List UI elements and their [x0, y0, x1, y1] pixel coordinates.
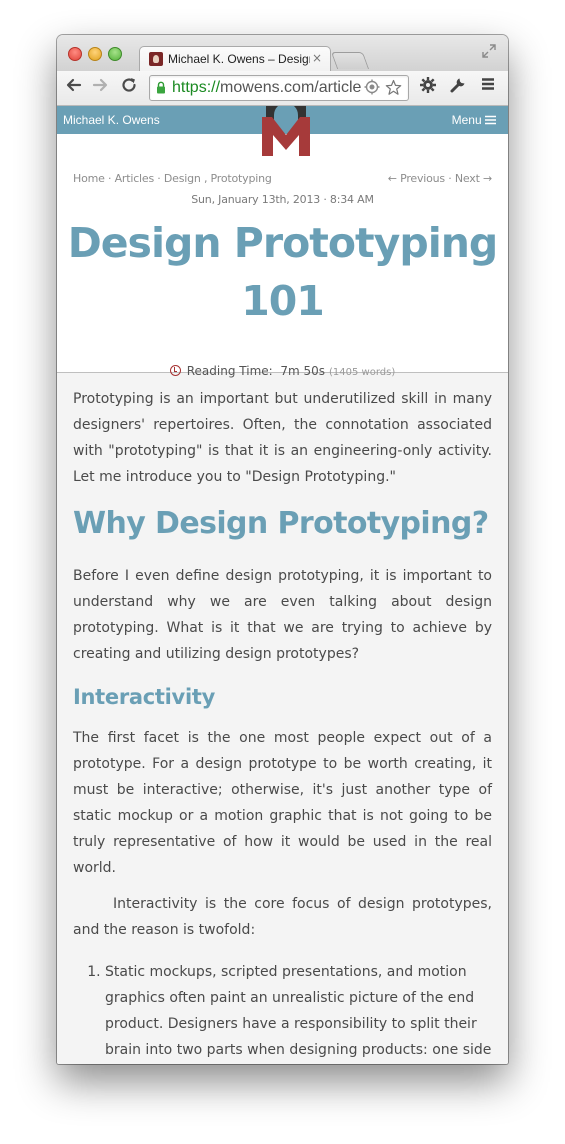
url-text: https://mowens.com/articles/design-proto… — [172, 79, 362, 97]
breadcrumb[interactable]: Home · Articles · Design , Prototyping — [73, 172, 272, 185]
article-body: Prototyping is an important but underuti… — [73, 386, 492, 1064]
section-heading: Why Design Prototyping? — [73, 506, 489, 541]
window-maximize-button[interactable] — [108, 47, 122, 61]
site-name-link[interactable]: Michael K. Owens — [63, 113, 160, 127]
location-icon[interactable] — [363, 79, 381, 97]
list-item: Static mockups, scripted presentations, … — [105, 959, 492, 1064]
browser-window: Michael K. Owens – Design Prototyping 10… — [57, 35, 508, 1064]
post-date: Sun, January 13th, 2013 · 8:34 AM — [191, 193, 374, 206]
menu-lines-icon — [485, 115, 496, 125]
url-scheme: https:// — [172, 79, 221, 96]
paragraph: Before I even define design prototyping,… — [73, 568, 492, 662]
address-bar[interactable]: https://mowens.com/articles/design-proto… — [149, 75, 409, 101]
favicon-icon — [149, 52, 163, 66]
hamburger-menu-icon[interactable] — [477, 76, 499, 98]
reading-time-label: Reading Time: — [186, 364, 273, 378]
forward-button[interactable] — [89, 76, 111, 98]
reading-time: Reading Time: 7m 50s (1405 words) — [57, 364, 508, 378]
browser-toolbar: https://mowens.com/articles/design-proto… — [57, 71, 508, 106]
word-count: (1405 words) — [329, 367, 396, 378]
site-menu-button[interactable]: Menu — [452, 113, 496, 127]
prev-next-links[interactable]: ← Previous · Next → — [388, 172, 492, 185]
article-header: Home · Articles · Design , Prototyping ←… — [57, 134, 508, 378]
paragraph: The first facet is the one most people e… — [73, 730, 492, 876]
gear-icon[interactable] — [417, 76, 439, 98]
new-tab-button[interactable] — [330, 52, 370, 69]
back-arrow-icon — [66, 78, 82, 92]
page-title: Design Prototyping 101 — [67, 219, 499, 325]
back-button[interactable] — [63, 76, 85, 98]
page-viewport: Home · Articles · Design , Prototyping ←… — [57, 106, 508, 1064]
site-menu-label: Menu — [451, 113, 482, 127]
window-minimize-button[interactable] — [88, 47, 102, 61]
tab-title: Michael K. Owens – Design Prototyping 10… — [168, 52, 310, 66]
site-logo-icon[interactable] — [258, 106, 314, 157]
wrench-icon[interactable] — [447, 76, 469, 98]
bookmark-star-icon[interactable] — [384, 79, 402, 97]
reasons-list: Static mockups, scripted presentations, … — [73, 959, 492, 1064]
reload-icon — [122, 78, 136, 92]
paragraph: Interactivity is the core focus of desig… — [73, 896, 492, 938]
browser-tab[interactable]: Michael K. Owens – Design Prototyping 10… — [139, 46, 331, 72]
url-host: mowens.com/articles/design-prototyping-1… — [220, 79, 362, 96]
reading-time-value: 7m 50s — [280, 364, 325, 378]
forward-arrow-icon — [92, 78, 108, 92]
site-nav-bar: Michael K. Owens Menu — [57, 106, 508, 156]
window-close-button[interactable] — [68, 47, 82, 61]
lock-icon — [157, 81, 165, 94]
subsection-heading: Interactivity — [73, 685, 215, 709]
tab-close-icon[interactable]: × — [312, 51, 322, 65]
paragraph: Prototyping is an important but underuti… — [73, 391, 492, 485]
fullscreen-icon[interactable] — [481, 43, 499, 61]
tab-strip: Michael K. Owens – Design Prototyping 10… — [57, 35, 508, 72]
reload-button[interactable] — [118, 76, 140, 98]
clock-icon — [169, 365, 181, 376]
